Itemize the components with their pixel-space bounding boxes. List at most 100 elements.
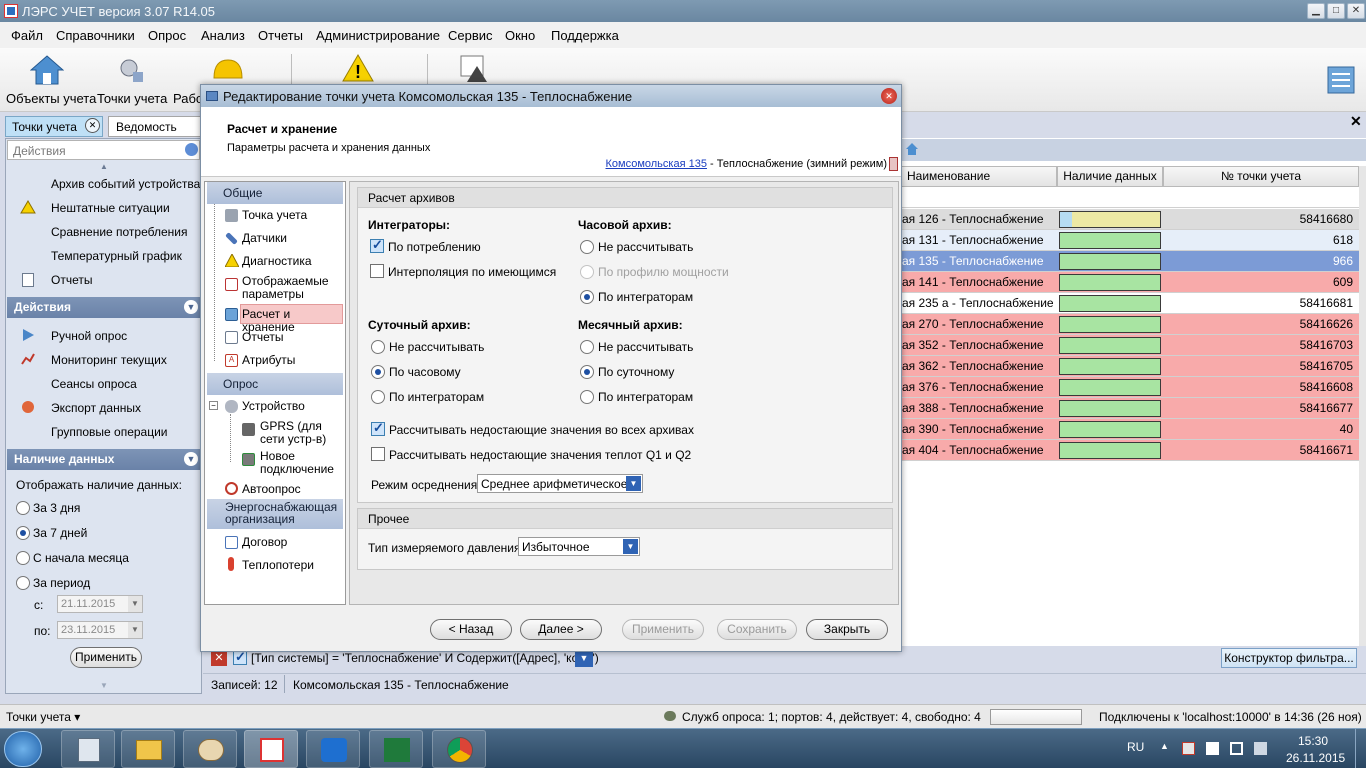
menu-window[interactable]: Окно (505, 28, 535, 43)
radio-period-label[interactable]: За период (33, 576, 90, 590)
actions-search-input[interactable]: Действия (7, 140, 200, 160)
monthly-integrators-label[interactable]: По интеграторам (598, 390, 693, 404)
apply-button[interactable]: Применить (70, 647, 142, 668)
side-item-temp-graph[interactable]: Температурный график (51, 249, 182, 263)
toolbar-points-label[interactable]: Точки учета (97, 91, 167, 106)
radio-7-days-label[interactable]: За 7 дней (33, 526, 87, 540)
action-monitoring[interactable]: Мониторинг текущих (51, 353, 167, 367)
tree-collapse-icon[interactable]: − (209, 401, 218, 410)
tab-close-icon[interactable]: ✕ (85, 118, 100, 133)
tab-points[interactable]: Точки учета ✕ (5, 116, 103, 137)
excel-icon[interactable] (369, 730, 423, 768)
search-icon[interactable] (184, 142, 199, 157)
date-from-field[interactable]: 21.11.2015 (57, 595, 143, 613)
daily-none-radio[interactable] (371, 340, 385, 354)
dialog-close-icon[interactable]: ✕ (881, 88, 897, 104)
show-desktop-button[interactable] (1355, 729, 1366, 768)
menu-directories[interactable]: Справочники (56, 28, 135, 43)
menu-support[interactable]: Поддержка (551, 28, 619, 43)
by-consumption-checkbox[interactable] (370, 237, 384, 253)
pressure-type-select[interactable]: Избыточное (518, 537, 640, 556)
daily-hourly-radio[interactable] (371, 365, 385, 379)
table-row[interactable]: ая 131 - Теплоснабжение 618 (900, 230, 1359, 251)
side-item-event-archive[interactable]: Архив событий устройства (51, 177, 200, 191)
next-button[interactable]: Далее > (520, 619, 602, 640)
col-name-header[interactable]: Наименование (900, 166, 1057, 187)
filter-dropdown-icon[interactable]: ▼ (575, 650, 593, 667)
action-manual-poll[interactable]: Ручной опрос (51, 329, 127, 343)
clear-filter-icon[interactable]: ✕ (211, 650, 227, 666)
lers-app-icon[interactable] (244, 730, 298, 768)
monthly-integrators-radio[interactable] (580, 390, 594, 404)
radio-month-start-label[interactable]: С начала месяца (33, 551, 129, 565)
by-consumption-label[interactable]: По потреблению (388, 240, 481, 254)
teamviewer-icon[interactable] (306, 730, 360, 768)
daily-integrators-label[interactable]: По интеграторам (389, 390, 484, 404)
nav-contract[interactable]: Договор (242, 536, 287, 549)
nav-group-supplier[interactable]: Энергоснабжающая организация (207, 499, 343, 529)
windows-flag-icon[interactable] (1206, 742, 1219, 755)
close-button[interactable]: Закрыть (806, 619, 888, 640)
filter-row[interactable] (900, 188, 1359, 208)
status-points-menu[interactable]: Точки учета ▾ (6, 710, 80, 724)
paint-icon[interactable] (183, 730, 237, 768)
nav-displayed-params[interactable]: Отображаемые параметры (242, 275, 342, 301)
network-icon[interactable] (1182, 742, 1195, 755)
scroll-up-icon[interactable]: ▲ (100, 162, 108, 171)
toolbar-objects-label[interactable]: Объекты учета (6, 91, 96, 106)
nav-attributes[interactable]: Атрибуты (242, 354, 295, 367)
col-number-header[interactable]: № точки учета (1163, 166, 1359, 187)
chevron-down-icon[interactable]: ▼ (184, 452, 198, 466)
maximize-icon[interactable]: □ (1327, 3, 1345, 19)
availability-section-header[interactable]: Наличие данных ▼ (7, 449, 202, 470)
interpolation-label[interactable]: Интерполяция по имеющимся (388, 265, 556, 279)
close-tab-icon[interactable]: ✕ (1350, 113, 1362, 130)
chevron-down-icon[interactable]: ▼ (184, 300, 198, 314)
missing-q-label[interactable]: Рассчитывать недостающие значения теплот… (389, 448, 691, 462)
calculator-icon[interactable] (61, 730, 115, 768)
back-button[interactable]: < Назад (430, 619, 512, 640)
filter-builder-button[interactable]: Конструктор фильтра... (1221, 648, 1357, 668)
monthly-daily-radio[interactable] (580, 365, 594, 379)
table-row[interactable]: ая 388 - Теплоснабжение 58416677 (900, 398, 1359, 419)
toolbar-work-label[interactable]: Рабо (173, 91, 203, 106)
meter-icon[interactable] (117, 56, 147, 86)
hourly-none-label[interactable]: Не рассчитывать (598, 240, 693, 254)
menu-poll[interactable]: Опрос (148, 28, 186, 43)
scroll-down-icon[interactable]: ▼ (100, 681, 108, 690)
nav-group-poll[interactable]: Опрос (207, 373, 343, 395)
nav-sensors[interactable]: Датчики (242, 232, 287, 245)
menu-analysis[interactable]: Анализ (201, 28, 245, 43)
averaging-select[interactable]: Среднее арифметическое (477, 474, 643, 493)
monthly-none-label[interactable]: Не рассчитывать (598, 340, 693, 354)
table-row[interactable]: ая 376 - Теплоснабжение 58416608 (900, 377, 1359, 398)
nav-heat-loss[interactable]: Теплопотери (242, 559, 314, 572)
menu-service[interactable]: Сервис (448, 28, 493, 43)
language-indicator[interactable]: RU (1127, 740, 1144, 754)
side-item-reports[interactable]: Отчеты (51, 273, 92, 287)
action-export[interactable]: Экспорт данных (51, 401, 141, 415)
grid-scrollbar[interactable] (1359, 166, 1366, 646)
action-sessions[interactable]: Сеансы опроса (51, 377, 137, 391)
action-group-ops[interactable]: Групповые операции (51, 425, 168, 439)
side-item-compare[interactable]: Сравнение потребления (51, 225, 187, 239)
hourly-integrators-radio[interactable] (580, 290, 594, 304)
filter-enabled-checkbox[interactable] (233, 649, 247, 665)
home-icon[interactable] (905, 142, 919, 156)
missing-all-checkbox[interactable] (371, 420, 385, 436)
radio-3-days[interactable] (16, 501, 30, 515)
close-icon[interactable]: ✕ (1347, 3, 1365, 19)
nav-group-general[interactable]: Общие (207, 182, 343, 204)
daily-hourly-label[interactable]: По часовому (389, 365, 461, 379)
menu-file[interactable]: Файл (11, 28, 43, 43)
explorer-icon[interactable] (121, 730, 175, 768)
table-row[interactable]: ая 126 - Теплоснабжение 58416680 (900, 209, 1359, 230)
chart-tool-icon[interactable] (459, 54, 489, 84)
table-row[interactable]: ая 141 - Теплоснабжение 609 (900, 272, 1359, 293)
actions-section-header[interactable]: Действия ▼ (7, 297, 202, 318)
interpolation-checkbox[interactable] (370, 264, 384, 278)
side-item-abnormal[interactable]: Нештатные ситуации (51, 201, 170, 215)
hourly-integrators-label[interactable]: По интеграторам (598, 290, 693, 304)
warning-icon[interactable]: ! (342, 54, 374, 82)
home-icon[interactable] (30, 54, 64, 86)
